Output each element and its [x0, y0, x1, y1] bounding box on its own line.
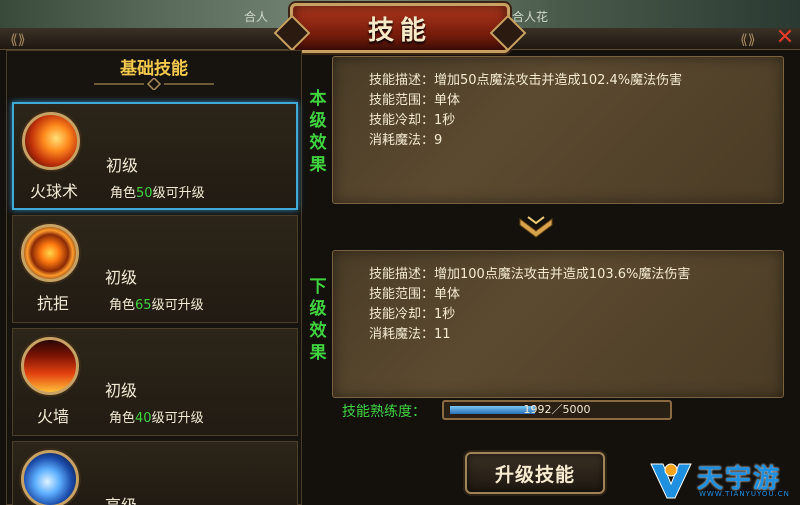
skill-requirement: 角色40级可升级: [109, 411, 204, 426]
frame-ornament-icon: ⟪⟫: [740, 32, 756, 48]
effect-cooldown: 技能冷却：1秒: [369, 113, 456, 128]
window-title: 技能: [367, 15, 432, 46]
effect-range: 技能范围：单体: [369, 287, 461, 302]
skill-name: 火墙: [36, 407, 69, 426]
current-effect-label: 本级效果: [309, 89, 327, 175]
proficiency-label: 技能熟练度：: [342, 404, 426, 420]
effect-description: 技能描述：增加50点魔法攻击并造成102.4%魔法伤害: [369, 73, 683, 88]
skill-level: 初级: [105, 268, 138, 287]
chevron-down-icon: [519, 216, 553, 238]
skill-item-repel[interactable]: 抗拒 初级 角色65级可升级: [12, 215, 298, 323]
firewall-icon: [21, 337, 79, 395]
skill-category-title: 基础技能: [120, 59, 188, 79]
world-label: 合人: [244, 10, 269, 24]
site-watermark: 天宇游 WWW.TIANYUYOU.CN: [645, 458, 800, 502]
skill-level: 初级: [106, 156, 139, 175]
skill-item-lightning[interactable]: 高级: [12, 441, 298, 505]
lightning-icon: [21, 450, 79, 505]
next-effect-label: 下级效果: [309, 277, 327, 363]
effect-description: 技能描述：增加100点魔法攻击并造成103.6%魔法伤害: [369, 267, 691, 282]
effect-range: 技能范围：单体: [369, 93, 461, 108]
skill-list-header: 基础技能: [6, 50, 302, 96]
skill-item-firewall[interactable]: 火墙 初级 角色40级可升级: [12, 328, 298, 436]
proficiency-bar: 1992／5000: [442, 400, 672, 420]
next-effect-box: 技能描述：增加100点魔法攻击并造成103.6%魔法伤害 技能范围：单体 技能冷…: [332, 250, 784, 398]
skill-level: 高级: [105, 492, 137, 505]
fireball-icon: [22, 112, 80, 170]
effect-mana-cost: 消耗魔法：9: [369, 133, 443, 148]
close-icon: ✕: [775, 25, 795, 50]
current-effect-box: 技能描述：增加50点魔法攻击并造成102.4%魔法伤害 技能范围：单体 技能冷却…: [332, 56, 784, 204]
skill-item-fireball[interactable]: 火球术 初级 角色50级可升级: [12, 102, 298, 210]
next-effect-lines: 技能描述：增加100点魔法攻击并造成103.6%魔法伤害 技能范围：单体 技能冷…: [369, 265, 690, 345]
skill-name: 抗拒: [36, 294, 69, 313]
effect-cooldown: 技能冷却：1秒: [369, 307, 456, 322]
skill-requirement: 角色50级可升级: [110, 186, 205, 201]
proficiency-value: 1992／5000: [523, 403, 591, 416]
world-label: 合人花: [512, 10, 549, 24]
title-plaque: 技能: [290, 3, 510, 53]
watermark-url: WWW.TIANYUYOU.CN: [699, 490, 790, 498]
current-effect-lines: 技能描述：增加50点魔法攻击并造成102.4%魔法伤害 技能范围：单体 技能冷却…: [369, 71, 682, 151]
close-button[interactable]: ✕: [774, 25, 796, 50]
watermark-logo-icon: [650, 463, 692, 499]
repel-icon: [21, 224, 79, 282]
header-ornament-icon: [94, 78, 214, 90]
upgrade-skill-button[interactable]: 升级技能: [465, 452, 605, 494]
skill-level: 初级: [105, 381, 138, 400]
effect-mana-cost: 消耗魔法：11: [369, 327, 451, 342]
frame-ornament-icon: ⟪⟫: [10, 32, 26, 48]
skill-requirement: 角色65级可升级: [109, 298, 204, 313]
skill-name: 火球术: [29, 182, 78, 201]
